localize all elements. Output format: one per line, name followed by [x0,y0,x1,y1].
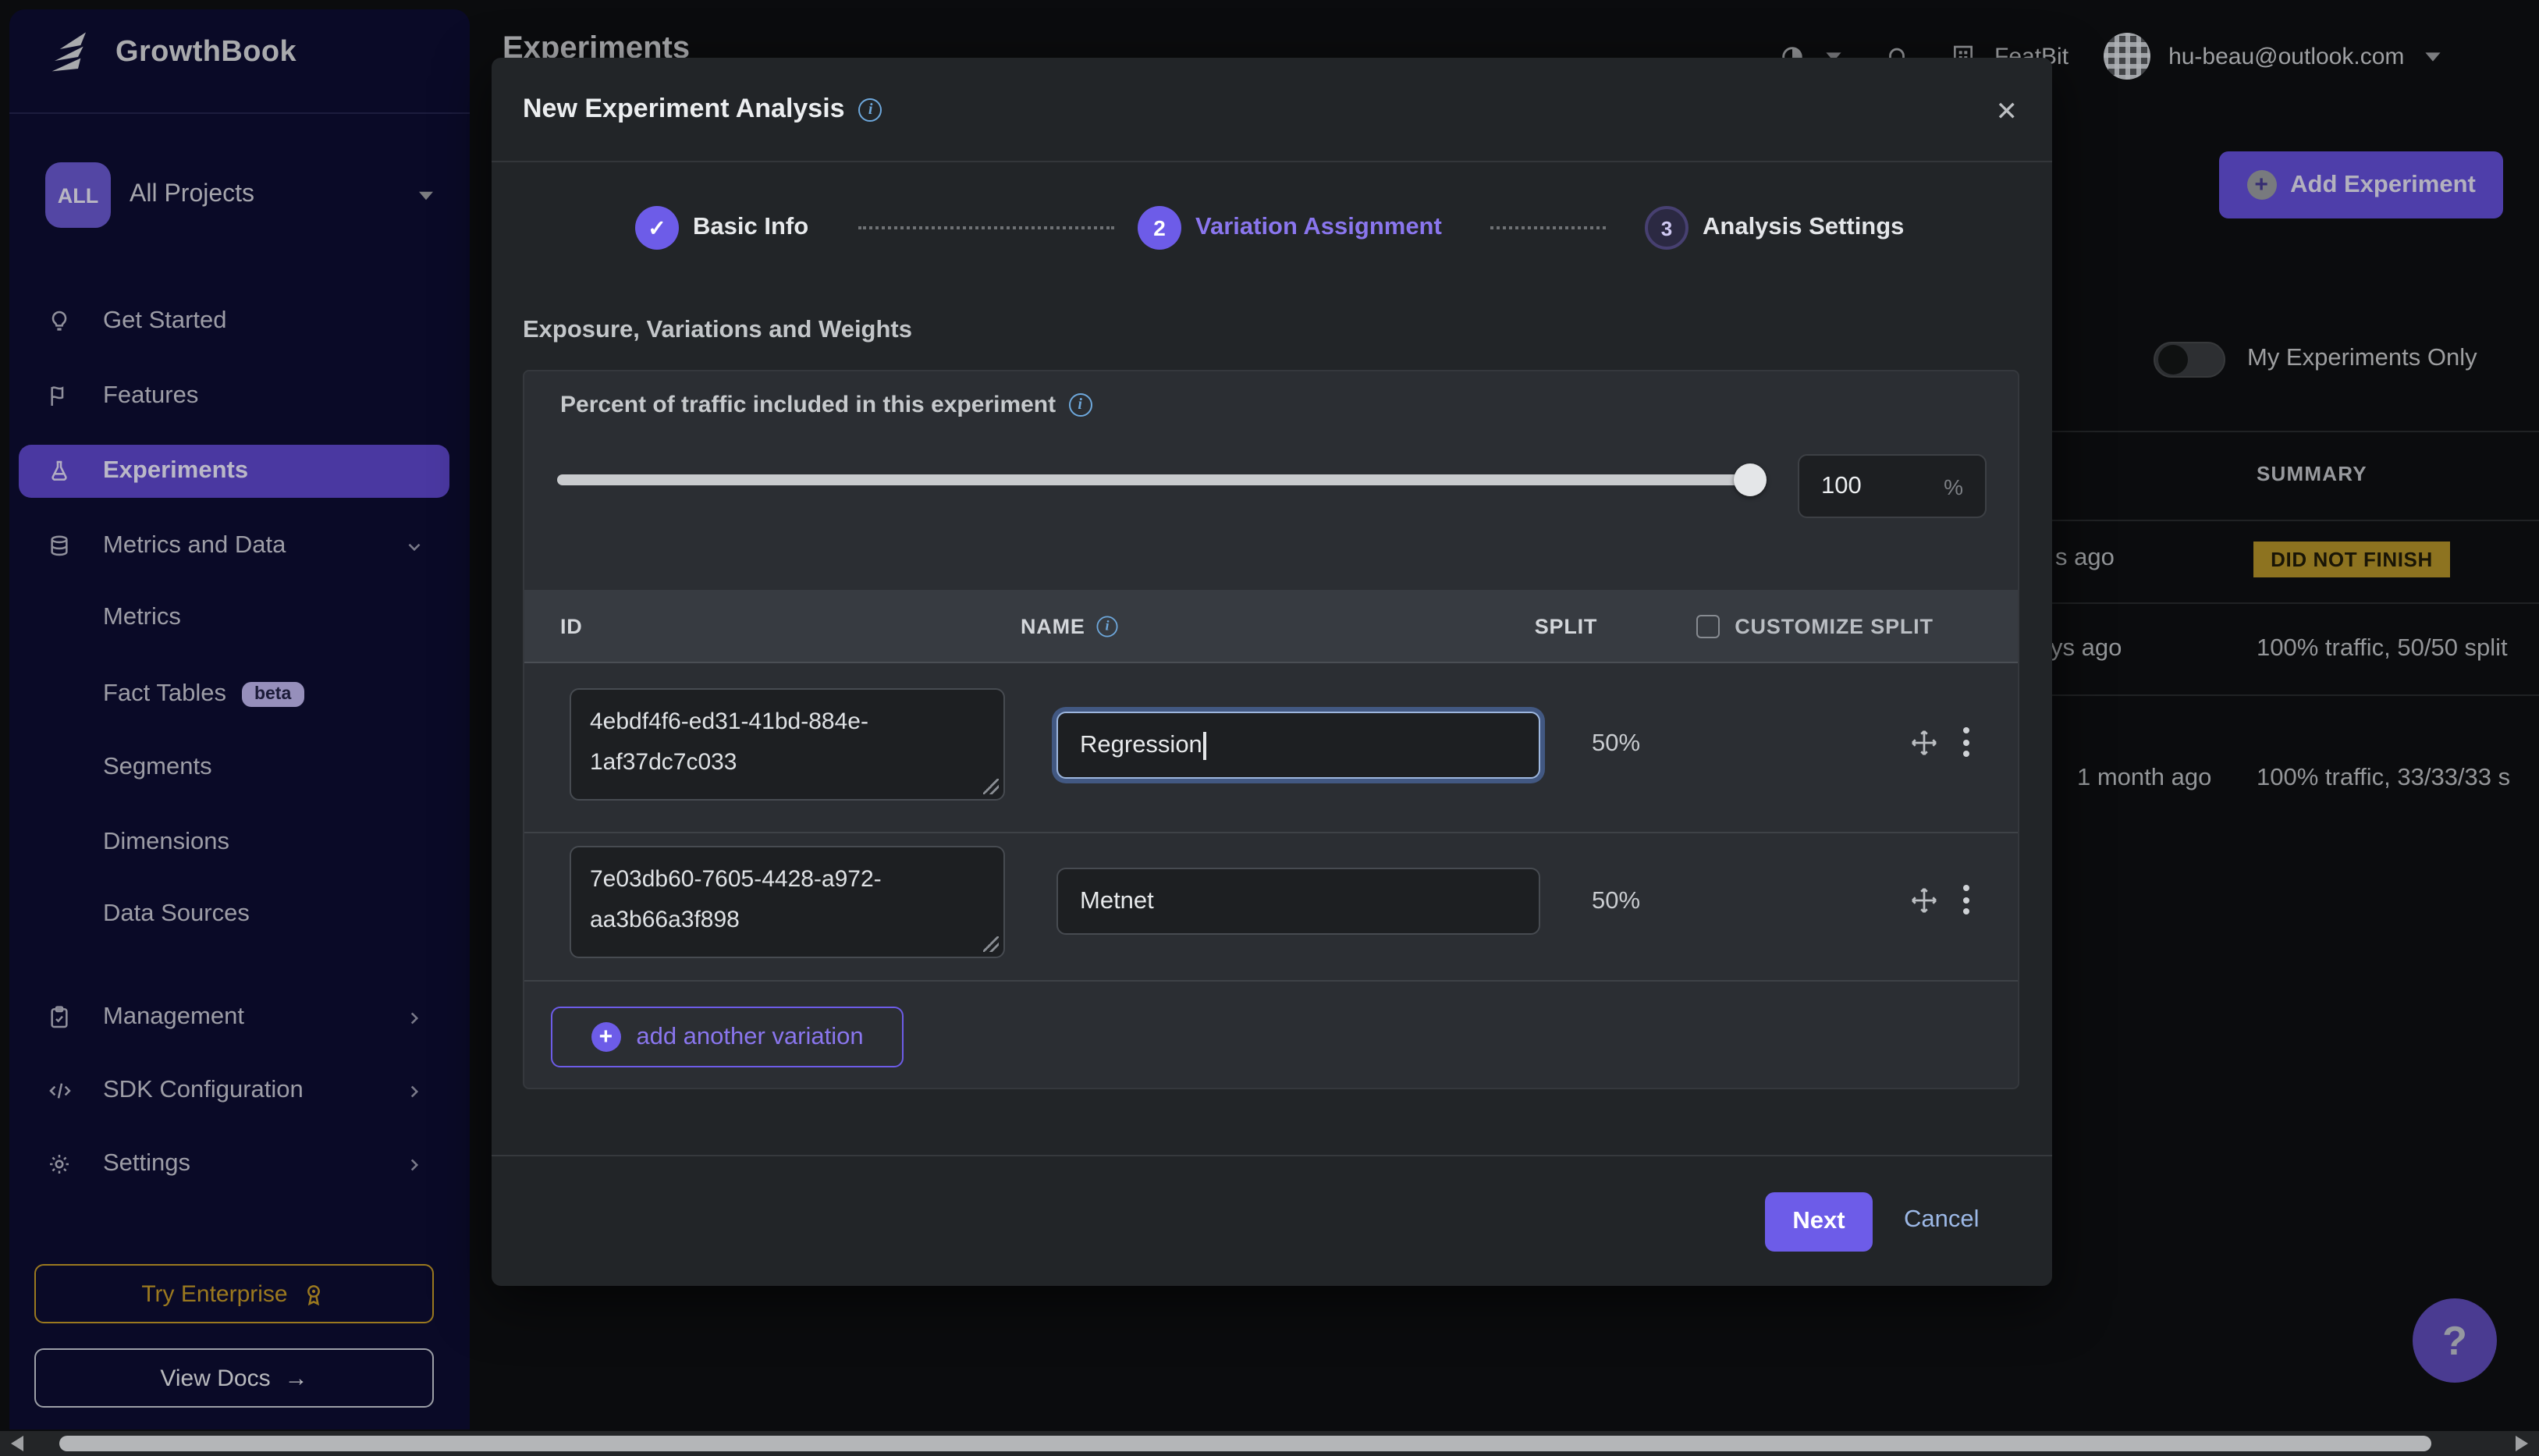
footer-divider [492,1155,2052,1156]
variations-table-header: ID NAME i SPLIT CUSTOMIZE SPLIT [524,590,2018,663]
name-column-header: NAME [1021,614,1085,637]
scroll-right-arrow-icon[interactable] [2516,1436,2528,1451]
traffic-label-row: Percent of traffic included in this expe… [560,392,1092,418]
help-button[interactable]: ? [2413,1298,2497,1383]
variation-split: 50% [1592,888,1685,916]
screen: Experiments FeatBit hu- [0,0,2539,1456]
step-connector [858,226,1114,229]
scroll-left-arrow-icon[interactable] [11,1436,23,1451]
drag-move-icon[interactable] [1910,886,1938,914]
step-check-icon: ✓ [635,206,679,250]
traffic-percent-input[interactable] [1821,472,1944,500]
modal-title: New Experiment Analysis [523,94,845,125]
close-icon[interactable]: ✕ [1996,98,2019,125]
step-number: 3 [1645,206,1689,250]
traffic-input-box: % [1798,454,1987,518]
variation-split: 50% [1592,730,1685,758]
resize-handle-icon[interactable] [983,936,999,952]
info-icon[interactable]: i [1068,393,1092,417]
add-variation-button[interactable]: + add another variation [551,1007,904,1067]
traffic-slider[interactable] [557,474,1759,485]
plus-icon: + [591,1022,620,1052]
step-variation-assignment[interactable]: 2 Variation Assignment [1138,206,1442,250]
step-number: 2 [1138,206,1181,250]
kebab-menu-icon[interactable] [1963,727,1969,757]
row-actions [1910,727,1969,757]
drag-move-icon[interactable] [1910,728,1938,756]
row-divider [524,980,2018,982]
modal-header: New Experiment Analysis i [492,58,2052,162]
id-column-header: ID [560,614,1021,637]
customize-split-label: CUSTOMIZE SPLIT [1735,614,1934,637]
step-basic-info[interactable]: ✓ Basic Info [635,206,808,250]
app-window: Experiments FeatBit hu- [0,0,2539,1456]
percent-unit: % [1944,474,1963,499]
variation-name-input[interactable]: Regression [1056,712,1540,779]
row-actions [1910,885,1969,914]
next-button[interactable]: Next [1765,1192,1873,1252]
resize-handle-icon[interactable] [983,779,999,794]
traffic-label: Percent of traffic included in this expe… [560,392,1056,418]
kebab-menu-icon[interactable] [1963,885,1969,914]
step-connector [1490,226,1606,229]
split-column-header: SPLIT [1535,614,1598,637]
row-divider [524,832,2018,833]
horizontal-scrollbar[interactable] [0,1431,2539,1456]
variation-id-textarea[interactable]: 4ebdf4f6-ed31-41bd-884e-1af37dc7c033 [570,688,1005,801]
customize-split-checkbox[interactable] [1696,614,1719,637]
traffic-slider-thumb[interactable] [1734,463,1767,496]
section-heading: Exposure, Variations and Weights [523,317,912,345]
scrollbar-thumb[interactable] [59,1436,2431,1451]
variation-name-input[interactable]: Metnet [1056,868,1540,935]
variation-id-textarea[interactable]: 7e03db60-7605-4428-a972-aa3b66a3f898 [570,846,1005,958]
step-analysis-settings[interactable]: 3 Analysis Settings [1645,206,1904,250]
info-icon[interactable]: i [859,98,882,121]
new-experiment-analysis-modal: New Experiment Analysis i ✕ ✓ Basic Info… [492,58,2052,1286]
info-icon[interactable]: i [1097,616,1118,637]
text-cursor [1204,731,1206,759]
variations-panel: Percent of traffic included in this expe… [523,370,2019,1089]
cancel-link[interactable]: Cancel [1904,1206,1980,1234]
